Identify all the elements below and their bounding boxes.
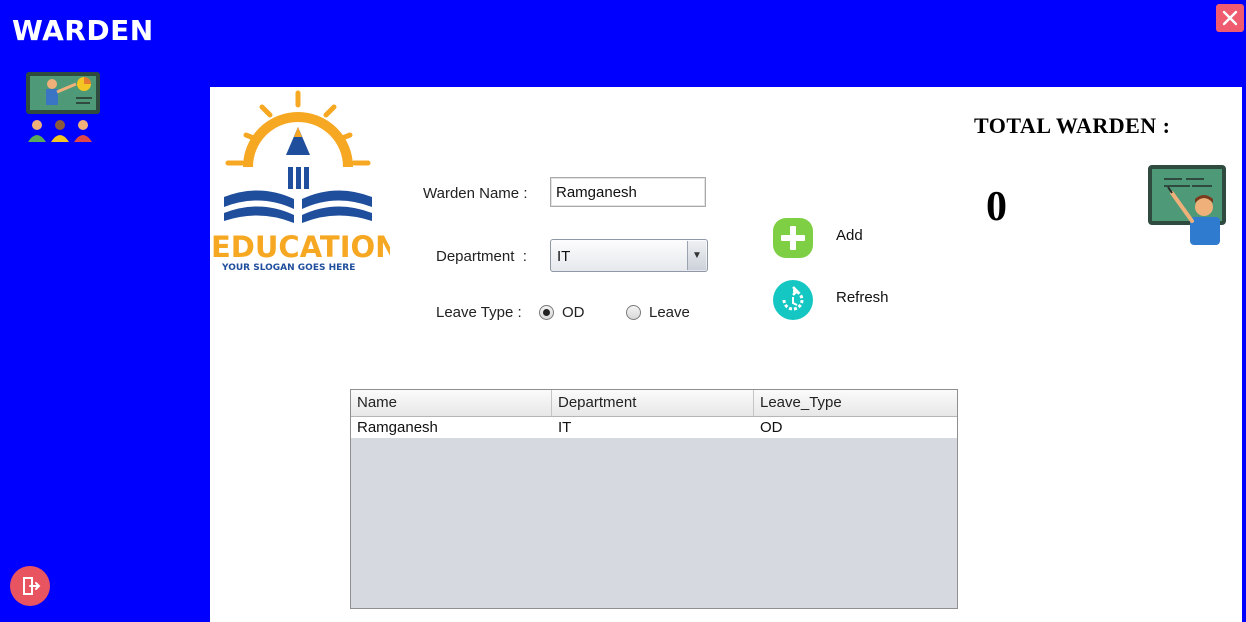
close-button[interactable] (1216, 4, 1244, 32)
leave-type-label: Leave Type : (436, 304, 522, 321)
exit-button[interactable] (10, 566, 50, 606)
warden-name-input[interactable] (550, 177, 706, 207)
education-logo: EDUCATION YOUR SLOGAN GOES HERE (210, 87, 399, 282)
close-icon (1222, 10, 1238, 26)
main-panel: EDUCATION YOUR SLOGAN GOES HERE Warden N… (210, 87, 1242, 622)
window-title: WARDEN (12, 14, 154, 47)
department-selected-value: IT (557, 248, 571, 265)
total-warden-count: 0 (986, 184, 1007, 230)
radio-selected-indicator[interactable] (539, 305, 554, 320)
column-header-leave-type[interactable]: Leave_Type (754, 390, 957, 416)
leave-type-radio-od[interactable]: OD (539, 304, 585, 321)
logo-text: EDUCATION (211, 230, 390, 264)
column-header-name[interactable]: Name (351, 390, 552, 416)
radio-label-leave: Leave (649, 304, 690, 321)
refresh-label[interactable]: Refresh (836, 289, 889, 306)
add-label[interactable]: Add (836, 227, 863, 244)
logo-slogan: YOUR SLOGAN GOES HERE (221, 263, 355, 273)
refresh-icon (773, 280, 813, 320)
radio-label-od: OD (562, 304, 585, 321)
radio-unselected-indicator[interactable] (626, 305, 641, 320)
teacher-board-icon (1146, 163, 1228, 252)
table-row[interactable]: Ramganesh IT OD (351, 417, 957, 438)
cell-name: Ramganesh (357, 419, 438, 436)
plus-icon (773, 218, 813, 258)
department-label: Department : (436, 248, 527, 265)
leave-type-radio-leave[interactable]: Leave (626, 304, 690, 321)
cell-department: IT (558, 419, 572, 436)
warden-table[interactable]: Name Department Leave_Type Ramganesh IT … (350, 389, 958, 609)
warden-name-label: Warden Name : (423, 185, 528, 202)
chevron-down-icon[interactable]: ▼ (687, 241, 706, 270)
exit-door-icon (23, 577, 41, 595)
table-header: Name Department Leave_Type (351, 390, 957, 417)
column-header-department[interactable]: Department (552, 390, 754, 416)
total-warden-title: TOTAL WARDEN : (974, 113, 1171, 138)
teacher-classroom-icon (24, 70, 102, 149)
refresh-button[interactable] (772, 279, 814, 326)
right-edge-strip (1242, 87, 1246, 622)
cell-leave-type: OD (760, 419, 783, 436)
add-button[interactable] (772, 217, 814, 264)
department-select[interactable]: IT ▼ (550, 239, 708, 272)
